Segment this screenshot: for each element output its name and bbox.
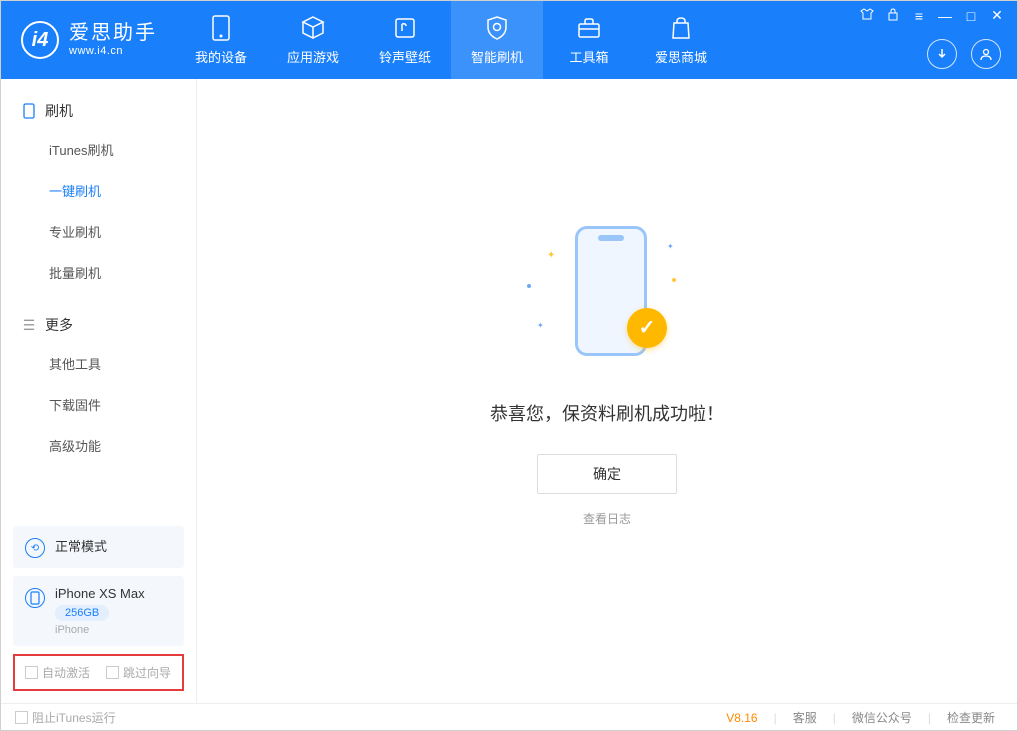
lock-icon[interactable] [885, 7, 901, 24]
options-highlight-box: 自动激活 跳过向导 [13, 654, 184, 691]
sidebar-item-itunes[interactable]: iTunes刷机 [1, 129, 196, 170]
mode-card[interactable]: ⟲ 正常模式 [13, 526, 184, 568]
sidebar-section-flash: 刷机 [1, 93, 196, 129]
nav-toolbox[interactable]: 工具箱 [543, 1, 635, 79]
version-label: V8.16 [726, 711, 757, 725]
nav-label: 铃声壁纸 [379, 47, 431, 66]
nav-flash[interactable]: 智能刷机 [451, 1, 543, 79]
success-illustration: ✓ ✦✦✦ [517, 216, 697, 376]
sidebar-section-more: ☰ 更多 [1, 307, 196, 343]
skip-guide-checkbox[interactable]: 跳过向导 [106, 664, 171, 681]
nav-label: 工具箱 [569, 47, 608, 66]
nav-label: 应用游戏 [287, 47, 339, 66]
check-icon: ✓ [627, 308, 667, 348]
logo-icon: i4 [21, 21, 59, 59]
storage-badge: 256GB [55, 605, 109, 621]
logo-title: 爱思助手 [69, 21, 157, 45]
maximize-icon[interactable]: □ [963, 8, 979, 24]
support-link[interactable]: 客服 [785, 709, 825, 726]
auto-activate-checkbox[interactable]: 自动激活 [25, 664, 90, 681]
device-type: iPhone [55, 624, 145, 636]
phone-icon [208, 15, 234, 41]
close-icon[interactable]: ✕ [989, 7, 1005, 24]
sidebar-item-pro[interactable]: 专业刷机 [1, 211, 196, 252]
view-log-link[interactable]: 查看日志 [583, 510, 631, 527]
minimize-icon[interactable]: — [937, 8, 953, 24]
mode-label: 正常模式 [55, 536, 107, 555]
bag-icon [668, 15, 694, 41]
sidebar-item-batch[interactable]: 批量刷机 [1, 252, 196, 293]
nav-device[interactable]: 我的设备 [175, 1, 267, 79]
download-icon[interactable] [927, 39, 957, 69]
sidebar-item-oneclick[interactable]: 一键刷机 [1, 170, 196, 211]
nav-store[interactable]: 爱思商城 [635, 1, 727, 79]
cube-icon [300, 15, 326, 41]
sidebar-section-label: 更多 [45, 315, 73, 335]
device-card[interactable]: iPhone XS Max 256GB iPhone [13, 576, 184, 646]
device-icon [25, 588, 45, 608]
success-message: 恭喜您，保资料刷机成功啦！ [490, 400, 724, 426]
block-itunes-checkbox[interactable]: 阻止iTunes运行 [15, 709, 116, 726]
nav-label: 爱思商城 [655, 47, 707, 66]
device-name: iPhone XS Max [55, 586, 145, 601]
shield-icon [484, 15, 510, 41]
sidebar-item-other[interactable]: 其他工具 [1, 343, 196, 384]
sidebar-item-advanced[interactable]: 高级功能 [1, 425, 196, 466]
nav-ringtone[interactable]: 铃声壁纸 [359, 1, 451, 79]
user-icon[interactable] [971, 39, 1001, 69]
logo-subtitle: www.i4.cn [69, 45, 157, 58]
mode-icon: ⟲ [25, 538, 45, 558]
check-update-link[interactable]: 检查更新 [939, 709, 1003, 726]
menu-icon[interactable]: ≡ [911, 8, 927, 24]
logo: i4 爱思助手 www.i4.cn [1, 1, 175, 79]
phone-small-icon [21, 103, 37, 119]
nav-apps[interactable]: 应用游戏 [267, 1, 359, 79]
toolbox-icon [576, 15, 602, 41]
sidebar-section-label: 刷机 [45, 101, 73, 121]
wechat-link[interactable]: 微信公众号 [844, 709, 920, 726]
wallpaper-icon [392, 15, 418, 41]
sidebar-item-firmware[interactable]: 下载固件 [1, 384, 196, 425]
ok-button[interactable]: 确定 [537, 454, 677, 494]
nav-label: 智能刷机 [471, 47, 523, 66]
nav-label: 我的设备 [195, 47, 247, 66]
list-icon: ☰ [21, 317, 37, 333]
shirt-icon[interactable] [859, 7, 875, 24]
